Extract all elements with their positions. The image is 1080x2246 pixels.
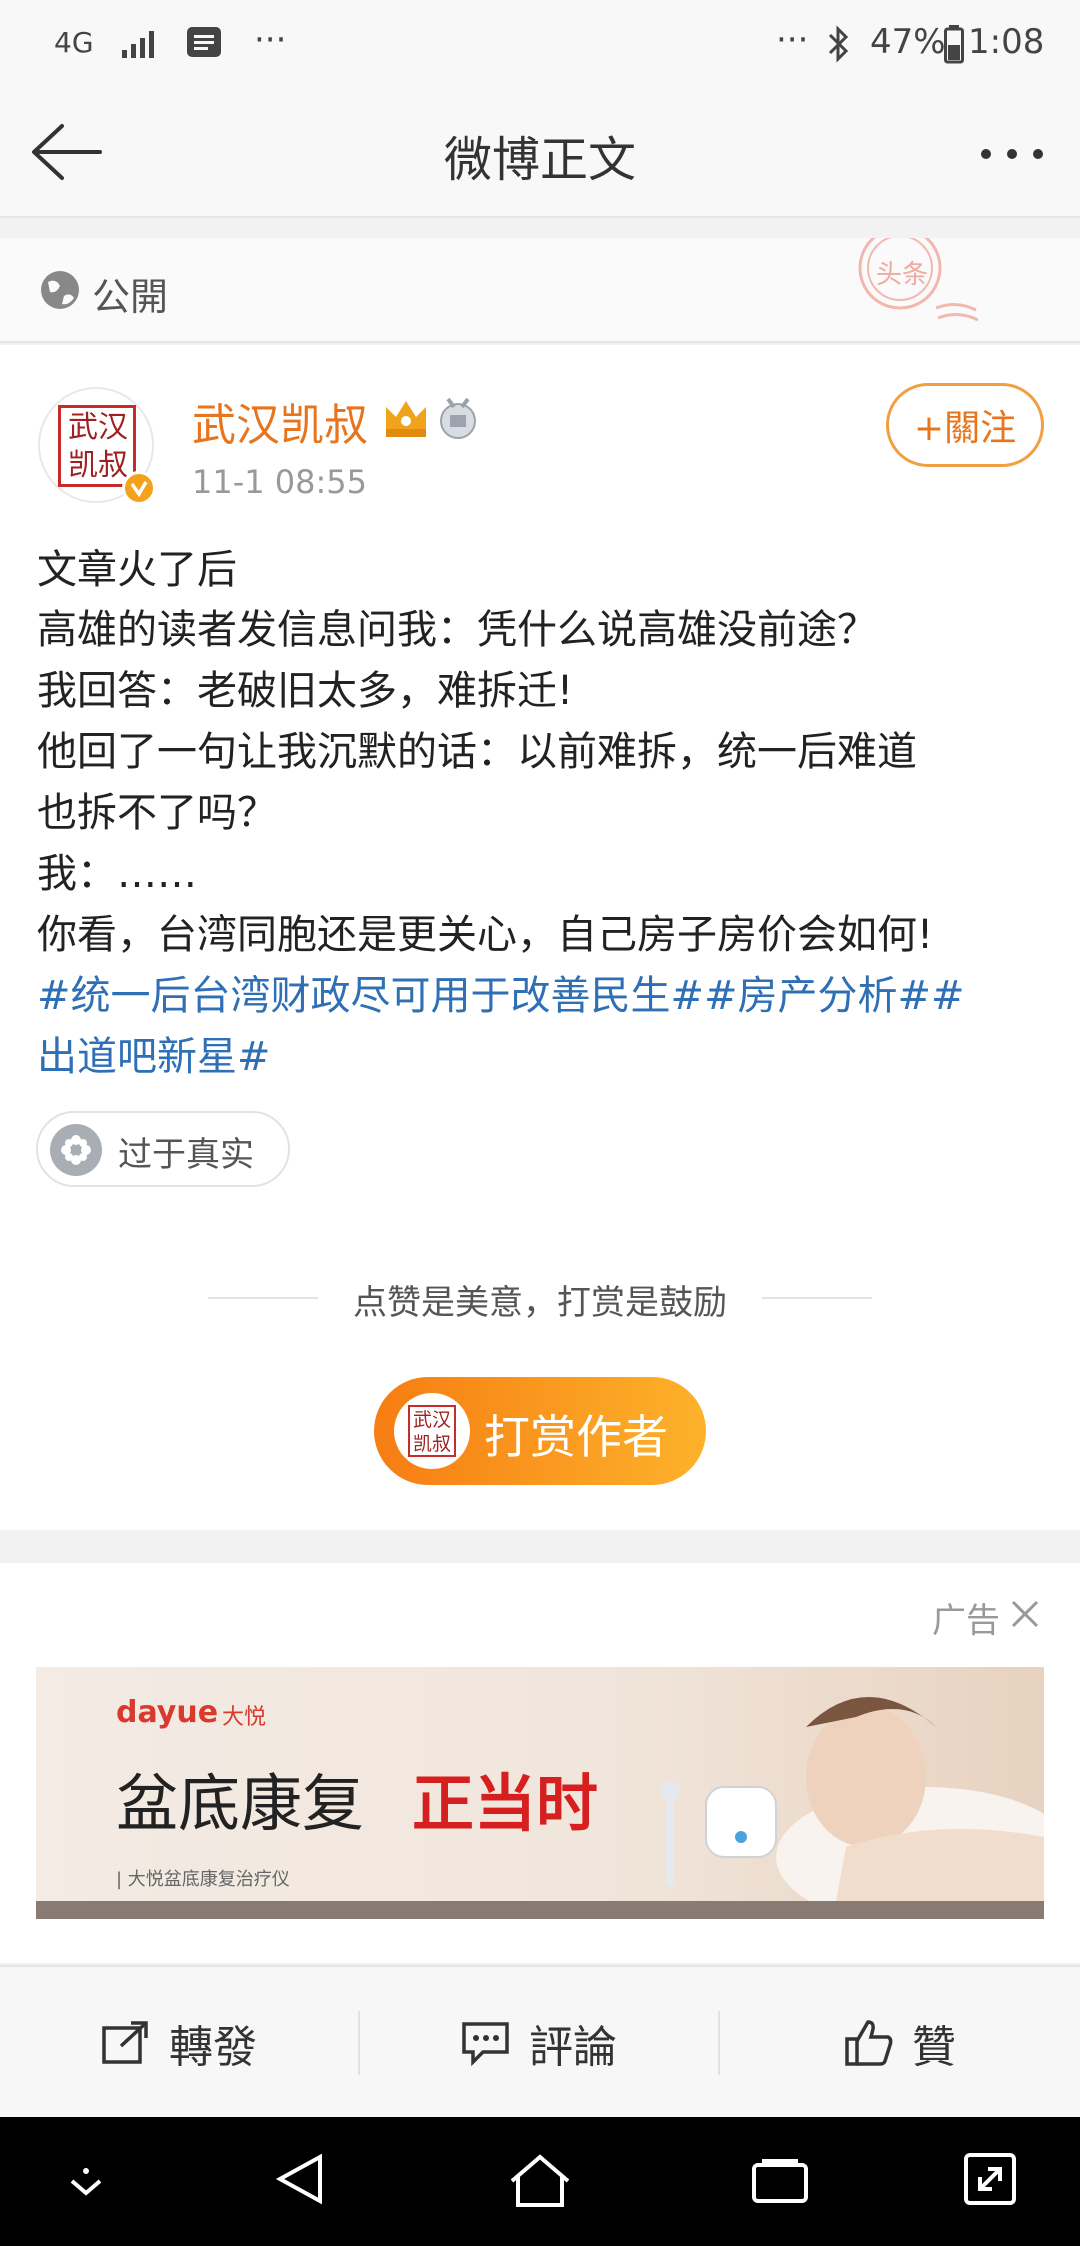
comment-icon	[462, 2022, 509, 2066]
reward-button[interactable]: 武汉凯叔 打赏作者	[374, 1377, 706, 1485]
repost-button[interactable]: 轉發	[0, 1967, 358, 2119]
message-icon	[186, 26, 224, 66]
author-name[interactable]: 武汉凯叔	[192, 389, 368, 453]
home-nav-icon[interactable]	[508, 2153, 572, 2213]
reward-hint: 点赞是美意，打赏是鼓励	[353, 1283, 727, 1323]
ad-label: 广告	[932, 1601, 1000, 1641]
notification-more: ···	[254, 20, 287, 60]
follow-button[interactable]: +關注	[886, 383, 1044, 467]
verified-badge-icon	[122, 471, 156, 505]
post-line: 我回答：老破旧太多，难拆迁!	[37, 668, 574, 714]
battery-percent: 47%	[870, 22, 946, 62]
avatar[interactable]: 武汉凯叔	[38, 387, 156, 505]
post-line: 他回了一句让我沉默的话：以前难拆，统一后难道	[37, 729, 917, 775]
divider	[762, 1297, 872, 1299]
medal-icon	[438, 397, 478, 445]
close-icon[interactable]	[1010, 1599, 1040, 1633]
post-line: 我：……	[37, 851, 197, 897]
post-line: 也拆不了吗？	[37, 790, 277, 836]
ad-brand: dayue	[116, 1695, 219, 1730]
nav-bar: 微博正文	[0, 90, 1080, 218]
like-label: 贊	[912, 2022, 956, 2073]
system-navigation-bar	[0, 2117, 1080, 2246]
ad-banner[interactable]: dayue 大悦 盆底康复 正当时 | 大悦盆底康复治疗仪	[36, 1667, 1044, 1919]
post-line: 高雄的读者发信息问我：凭什么说高雄没前途？	[37, 607, 877, 653]
ad-card: 广告 dayue 大悦 盆底康复 正当时 | 大悦盆底康复治疗仪	[0, 1563, 1080, 1963]
headline-stamp: 头条	[826, 226, 986, 338]
action-bar: 轉發 評論 贊	[0, 1965, 1080, 2117]
topic-link[interactable]: #统一后台湾财政尽可用于改善民生##房产分析##	[37, 963, 965, 1021]
post-line: 你看，台湾同胞还是更关心，自己房子房价会如何!	[37, 912, 934, 958]
topic-tag-chip[interactable]: 过于真实	[36, 1111, 290, 1187]
status-more: ···	[776, 20, 809, 60]
visibility-row: 公開 头条	[0, 226, 1080, 343]
back-nav-icon[interactable]	[272, 2151, 328, 2211]
comment-button[interactable]: 評論	[360, 1967, 718, 2119]
vip-crown-icon	[382, 395, 430, 443]
hide-keyboard-icon[interactable]	[66, 2161, 106, 2205]
ad-headline-main: 盆底康复	[116, 1767, 365, 1840]
post-card: 武汉凯叔 武汉凯叔 11-1 08:55 +關注 文章火了后 高雄的读者发信息问…	[0, 345, 1080, 1530]
reward-button-label: 打赏作者	[484, 1410, 668, 1464]
stamp-text: 头条	[876, 260, 929, 290]
topic-link[interactable]: 出道吧新星#	[37, 1024, 271, 1082]
post-time: 11-1 08:55	[192, 463, 368, 501]
page-title: 微博正文	[443, 132, 636, 188]
ad-disclaimer-bar	[36, 1901, 1044, 1919]
expand-icon[interactable]	[962, 2151, 1018, 2211]
globe-icon	[38, 268, 82, 316]
bluetooth-icon	[826, 24, 852, 68]
reward-avatar: 武汉凯叔	[394, 1393, 470, 1469]
visibility-label: 公開	[92, 275, 169, 319]
ad-subline: | 大悦盆底康复治疗仪	[116, 1869, 290, 1890]
status-bar: 4G ··· ··· 47% 1:08	[0, 0, 1080, 90]
clock: 1:08	[968, 22, 1045, 62]
more-menu-icon[interactable]	[978, 146, 1048, 166]
comment-label: 評論	[529, 2022, 617, 2073]
topic-tag-label: 过于真实	[118, 1135, 254, 1175]
post-line: 文章火了后	[37, 547, 237, 593]
like-button[interactable]: 贊	[720, 1967, 1080, 2119]
battery-icon	[944, 24, 964, 68]
signal-icon	[120, 28, 160, 64]
thumbs-up-icon	[845, 2020, 893, 2066]
network-type: 4G	[54, 26, 94, 59]
share-icon	[102, 2021, 148, 2064]
ad-brand-cn: 大悦	[222, 1705, 267, 1730]
repost-label: 轉發	[169, 2022, 257, 2073]
flower-icon	[50, 1124, 102, 1176]
ad-photo-illustration	[660, 1697, 1044, 1901]
recents-nav-icon[interactable]	[750, 2157, 810, 2211]
ad-headline-accent: 正当时	[412, 1767, 599, 1840]
